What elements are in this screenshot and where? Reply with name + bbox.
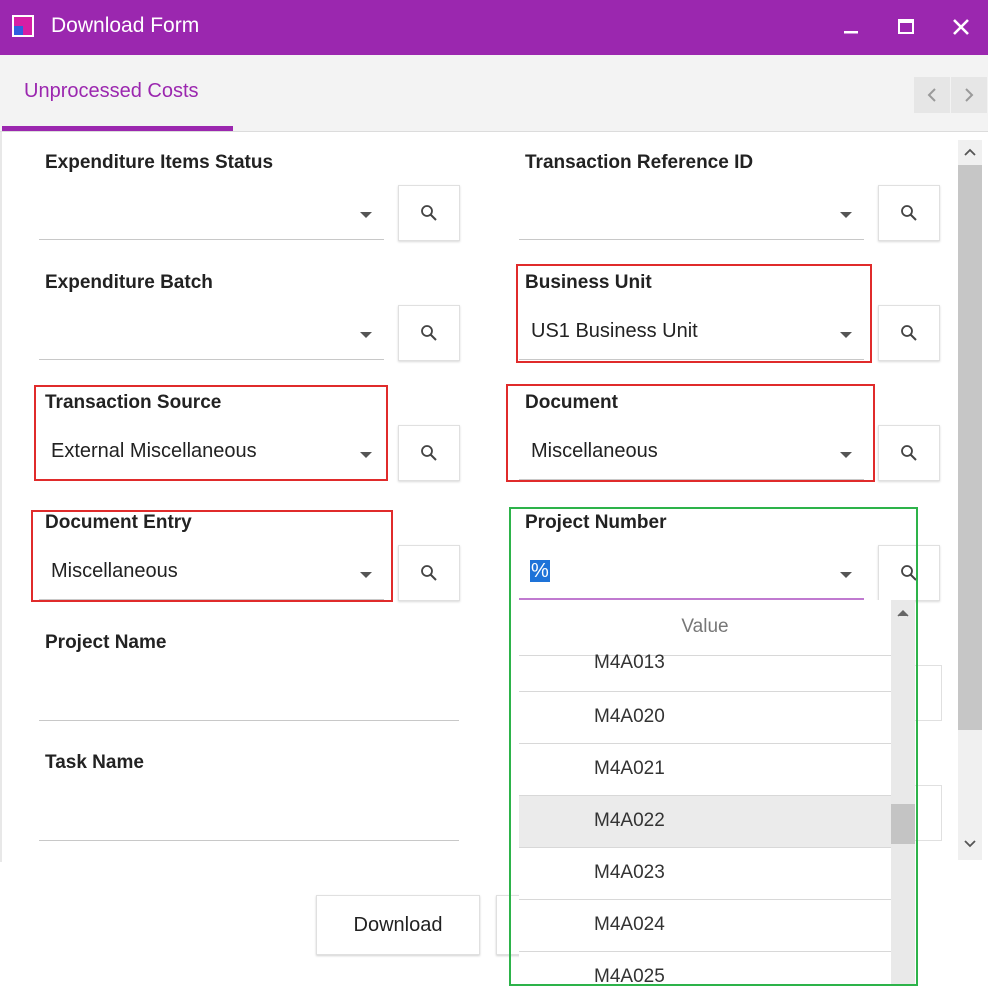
project-number-input[interactable]: % — [519, 548, 864, 600]
list-item[interactable]: M4A023 — [519, 848, 891, 900]
title-bar: Download Form — [0, 0, 988, 55]
chevron-left-icon — [927, 88, 936, 102]
business-unit-value: US1 Business Unit — [531, 320, 698, 342]
document-entry-search-button[interactable] — [398, 545, 460, 601]
list-item[interactable]: M4A013 — [519, 652, 891, 692]
transaction-reference-id-label: Transaction Reference ID — [525, 152, 754, 173]
task-name-search-button[interactable] — [912, 785, 942, 841]
document-entry-label: Document Entry — [45, 512, 192, 533]
search-icon — [901, 445, 917, 461]
document-label: Document — [525, 392, 618, 413]
form-scrollbar-thumb[interactable] — [958, 165, 982, 730]
document-combo[interactable]: Miscellaneous — [519, 428, 864, 480]
business-unit-label: Business Unit — [525, 272, 652, 293]
close-button[interactable] — [941, 8, 981, 46]
document-value: Miscellaneous — [531, 440, 658, 462]
transaction-reference-id-combo[interactable] — [519, 188, 864, 240]
expenditure-batch-search-button[interactable] — [398, 305, 460, 361]
search-icon — [421, 565, 437, 581]
download-button[interactable]: Download — [316, 895, 480, 955]
content-left-border — [0, 132, 2, 862]
transaction-reference-id-search-button[interactable] — [878, 185, 940, 241]
list-item[interactable]: M4A021 — [519, 744, 891, 796]
chevron-up-icon — [964, 148, 976, 156]
project-name-label: Project Name — [45, 632, 167, 653]
chevron-up-icon[interactable] — [896, 608, 910, 618]
download-form-window: Download Form Unprocessed Costs Expendit… — [0, 0, 988, 986]
chevron-right-icon — [965, 88, 974, 102]
minimize-button[interactable] — [831, 8, 871, 46]
document-entry-value: Miscellaneous — [51, 560, 178, 582]
project-number-search-button[interactable] — [878, 545, 940, 601]
business-unit-search-button[interactable] — [878, 305, 940, 361]
dropdown-arrow-icon[interactable] — [840, 452, 852, 458]
maximize-icon — [898, 19, 914, 34]
chevron-down-icon — [964, 840, 976, 848]
document-entry-combo[interactable]: Miscellaneous — [39, 548, 384, 600]
scroll-down-button[interactable] — [958, 832, 982, 856]
dropdown-scrollbar[interactable] — [891, 600, 915, 986]
search-icon — [421, 205, 437, 221]
close-icon — [953, 19, 969, 35]
project-name-search-button[interactable] — [912, 665, 942, 721]
business-unit-combo[interactable]: US1 Business Unit — [519, 308, 864, 360]
dropdown-arrow-icon[interactable] — [840, 332, 852, 338]
expenditure-items-status-label: Expenditure Items Status — [45, 152, 274, 173]
expenditure-items-status-search-button[interactable] — [398, 185, 460, 241]
dropdown-scrollbar-thumb[interactable] — [891, 804, 915, 844]
tab-unprocessed-costs[interactable]: Unprocessed Costs — [24, 80, 199, 103]
document-search-button[interactable] — [878, 425, 940, 481]
dropdown-arrow-icon[interactable] — [360, 572, 372, 578]
dropdown-arrow-icon[interactable] — [840, 212, 852, 218]
search-icon — [901, 565, 917, 581]
expenditure-batch-combo[interactable] — [39, 308, 384, 360]
dropdown-header: Value — [519, 600, 891, 656]
search-icon — [901, 205, 917, 221]
transaction-source-combo[interactable]: External Miscellaneous — [39, 428, 384, 480]
maximize-button[interactable] — [886, 8, 926, 46]
task-name-field[interactable] — [39, 840, 459, 841]
expenditure-items-status-combo[interactable] — [39, 188, 384, 240]
dropdown-arrow-icon[interactable] — [360, 452, 372, 458]
task-name-label: Task Name — [45, 752, 144, 773]
window-title: Download Form — [51, 14, 200, 37]
project-name-field[interactable] — [39, 720, 459, 721]
app-icon — [12, 15, 34, 37]
minimize-icon — [844, 31, 858, 34]
list-item[interactable]: M4A024 — [519, 900, 891, 952]
transaction-source-label: Transaction Source — [45, 392, 222, 413]
list-item[interactable]: M4A025 — [519, 952, 891, 986]
expenditure-batch-label: Expenditure Batch — [45, 272, 213, 293]
search-icon — [901, 325, 917, 341]
scroll-up-button[interactable] — [958, 140, 982, 164]
tab-strip: Unprocessed Costs — [0, 55, 988, 132]
list-item[interactable]: M4A020 — [519, 692, 891, 744]
dropdown-arrow-icon[interactable] — [360, 212, 372, 218]
tab-next-button[interactable] — [951, 77, 987, 113]
dropdown-column-header: Value — [681, 616, 729, 637]
project-number-value: % — [530, 560, 550, 582]
project-number-label: Project Number — [525, 512, 667, 533]
dropdown-arrow-icon[interactable] — [840, 572, 852, 578]
tab-prev-button[interactable] — [914, 77, 950, 113]
transaction-source-search-button[interactable] — [398, 425, 460, 481]
transaction-source-value: External Miscellaneous — [51, 440, 257, 462]
dropdown-list: M4A013 M4A020 M4A021 M4A022 M4A023 M4A02… — [519, 652, 891, 986]
project-number-dropdown: Value M4A013 M4A020 M4A021 M4A022 M4A023… — [519, 600, 915, 986]
search-icon — [421, 445, 437, 461]
list-item-highlighted[interactable]: M4A022 — [519, 796, 891, 848]
search-icon — [421, 325, 437, 341]
active-tab-indicator — [2, 126, 233, 131]
dropdown-arrow-icon[interactable] — [360, 332, 372, 338]
